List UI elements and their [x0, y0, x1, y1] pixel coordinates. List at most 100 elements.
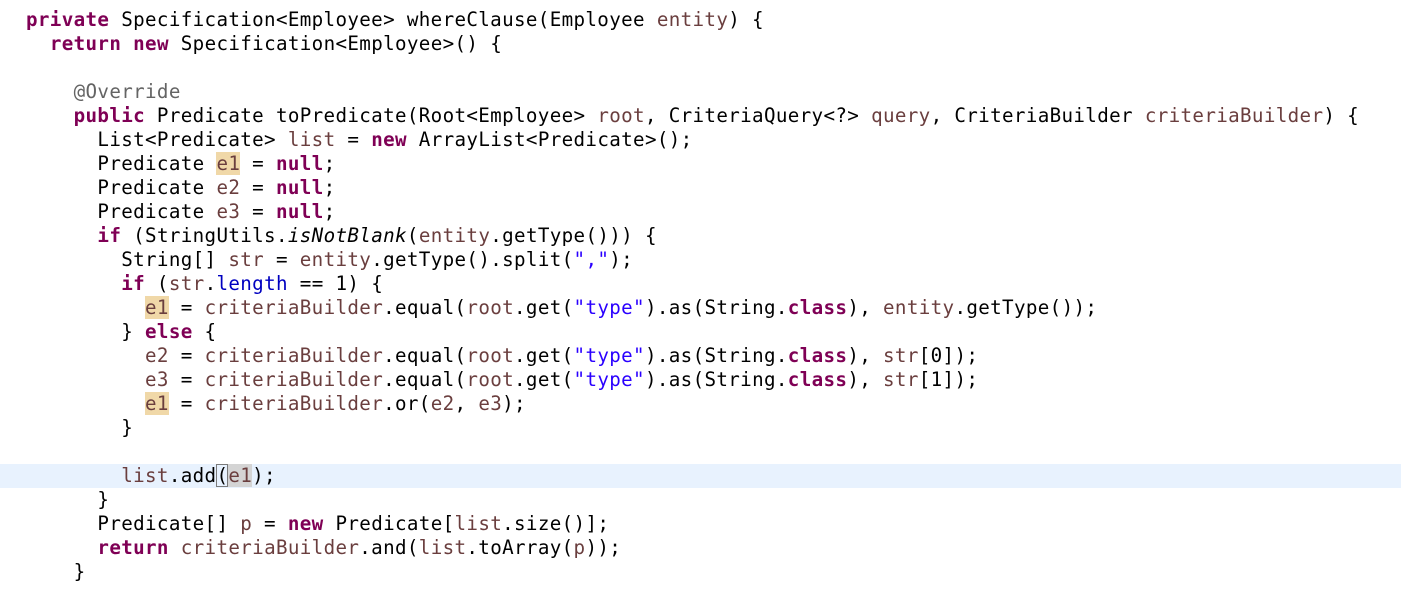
- code-text: .and(: [359, 536, 419, 559]
- code-text: .getType().split(: [371, 248, 574, 271]
- variable-name: e2: [430, 392, 455, 415]
- variable-name: str: [883, 344, 919, 367]
- code-line-9[interactable]: Predicate e3 = null;: [0, 200, 1401, 224]
- code-line-12[interactable]: if (str.length == 1) {: [0, 272, 1401, 296]
- variable-name: e3: [145, 368, 169, 391]
- code-text: .add: [168, 464, 217, 487]
- keyword: null: [275, 152, 324, 175]
- keyword: public: [73, 104, 146, 127]
- code-text: .get(: [514, 368, 574, 391]
- code-editor[interactable]: private Specification<Employee> whereCla…: [0, 8, 1401, 591]
- code-text: ;: [323, 152, 336, 175]
- code-line-8[interactable]: Predicate e2 = null;: [0, 176, 1401, 200]
- code-text: Predicate: [97, 200, 217, 223]
- parameter-name: entity: [299, 248, 372, 271]
- code-text: String[]: [121, 248, 229, 271]
- code-text: .or(: [383, 392, 431, 415]
- keyword: return: [97, 536, 169, 559]
- keyword: if: [121, 272, 146, 295]
- code-text: (: [145, 272, 169, 295]
- code-line-3[interactable]: [0, 56, 1401, 80]
- variable-name: p: [240, 512, 253, 535]
- code-line-11[interactable]: String[] str = entity.getType().split(",…: [0, 248, 1401, 272]
- code-line-23[interactable]: return criteriaBuilder.and(list.toArray(…: [0, 536, 1401, 560]
- parameter-name: criteriaBuilder: [204, 296, 384, 319]
- code-line-1[interactable]: private Specification<Employee> whereCla…: [0, 8, 1401, 32]
- code-text: .getType());: [954, 296, 1098, 319]
- code-text: .getType())) {: [490, 224, 657, 247]
- code-line-17[interactable]: e1 = criteriaBuilder.or(e2, e3);: [0, 392, 1401, 416]
- code-line-10[interactable]: if (StringUtils.isNotBlank(entity.getTyp…: [0, 224, 1401, 248]
- code-text: .get(: [514, 296, 574, 319]
- code-text: .size()];: [502, 512, 610, 535]
- code-line-5[interactable]: public Predicate toPredicate(Root<Employ…: [0, 104, 1401, 128]
- code-text: , CriteriaQuery<?>: [644, 104, 872, 127]
- code-text: =: [240, 176, 276, 199]
- code-line-18[interactable]: }: [0, 416, 1401, 440]
- code-text: , CriteriaBuilder: [930, 104, 1145, 127]
- keyword: return: [49, 32, 122, 55]
- code-text: (StringUtils.: [121, 224, 288, 247]
- code-line-21[interactable]: }: [0, 488, 1401, 512]
- keyword: if: [97, 224, 122, 247]
- code-text: }: [121, 416, 134, 439]
- code-text: ),: [847, 344, 884, 367]
- code-line-24[interactable]: }: [0, 560, 1401, 584]
- code-text: Predicate: [97, 152, 217, 175]
- code-line-4[interactable]: @Override: [0, 80, 1401, 104]
- parameter-name: root: [466, 296, 515, 319]
- code-text: );: [502, 392, 526, 415]
- code-line-13[interactable]: e1 = criteriaBuilder.equal(root.get("typ…: [0, 296, 1401, 320]
- annotation: @Override: [73, 80, 181, 103]
- code-text: Predicate[]: [97, 512, 241, 535]
- code-text: ).as(String.: [644, 296, 788, 319]
- code-text: );: [252, 464, 276, 487]
- parameter-name: criteriaBuilder: [180, 536, 360, 559]
- code-line-22[interactable]: Predicate[] p = new Predicate[list.size(…: [0, 512, 1401, 536]
- string-literal: ",": [573, 248, 610, 271]
- code-line-15[interactable]: e2 = criteriaBuilder.equal(root.get("typ…: [0, 344, 1401, 368]
- code-text: .equal(: [383, 368, 467, 391]
- string-literal: "type": [573, 296, 645, 319]
- keyword: class: [787, 344, 848, 367]
- code-text: Predicate: [97, 176, 217, 199]
- code-line-7[interactable]: Predicate e1 = null;: [0, 152, 1401, 176]
- variable-name-highlighted: e1: [216, 152, 241, 175]
- variable-name: str: [883, 368, 919, 391]
- code-text: List<Predicate>: [97, 128, 288, 151]
- parameter-name: criteriaBuilder: [1144, 104, 1324, 127]
- code-line-16[interactable]: e3 = criteriaBuilder.equal(root.get("typ…: [0, 368, 1401, 392]
- code-text: ),: [847, 296, 884, 319]
- code-text: ));: [585, 536, 622, 559]
- variable-name-highlighted: e1: [145, 296, 169, 319]
- code-text: ArrayList<Predicate>();: [406, 128, 693, 151]
- code-line-2[interactable]: return new Specification<Employee>() {: [0, 32, 1401, 56]
- code-line-6[interactable]: List<Predicate> list = new ArrayList<Pre…: [0, 128, 1401, 152]
- code-text: ) {: [728, 8, 764, 31]
- keyword: class: [787, 368, 848, 391]
- code-text: =: [264, 248, 300, 271]
- code-text: .: [204, 272, 217, 295]
- variable-name: e2: [145, 344, 169, 367]
- code-text: {: [192, 320, 217, 343]
- variable-name: str: [228, 248, 265, 271]
- code-line-20-current[interactable]: list.add(e1);: [0, 464, 1401, 488]
- keyword: null: [275, 200, 324, 223]
- code-text: ,: [454, 392, 479, 415]
- code-text: Predicate toPredicate(Root<Employee>: [145, 104, 598, 127]
- code-line-14[interactable]: } else {: [0, 320, 1401, 344]
- keyword: new: [371, 128, 407, 151]
- code-line-19[interactable]: [0, 440, 1401, 464]
